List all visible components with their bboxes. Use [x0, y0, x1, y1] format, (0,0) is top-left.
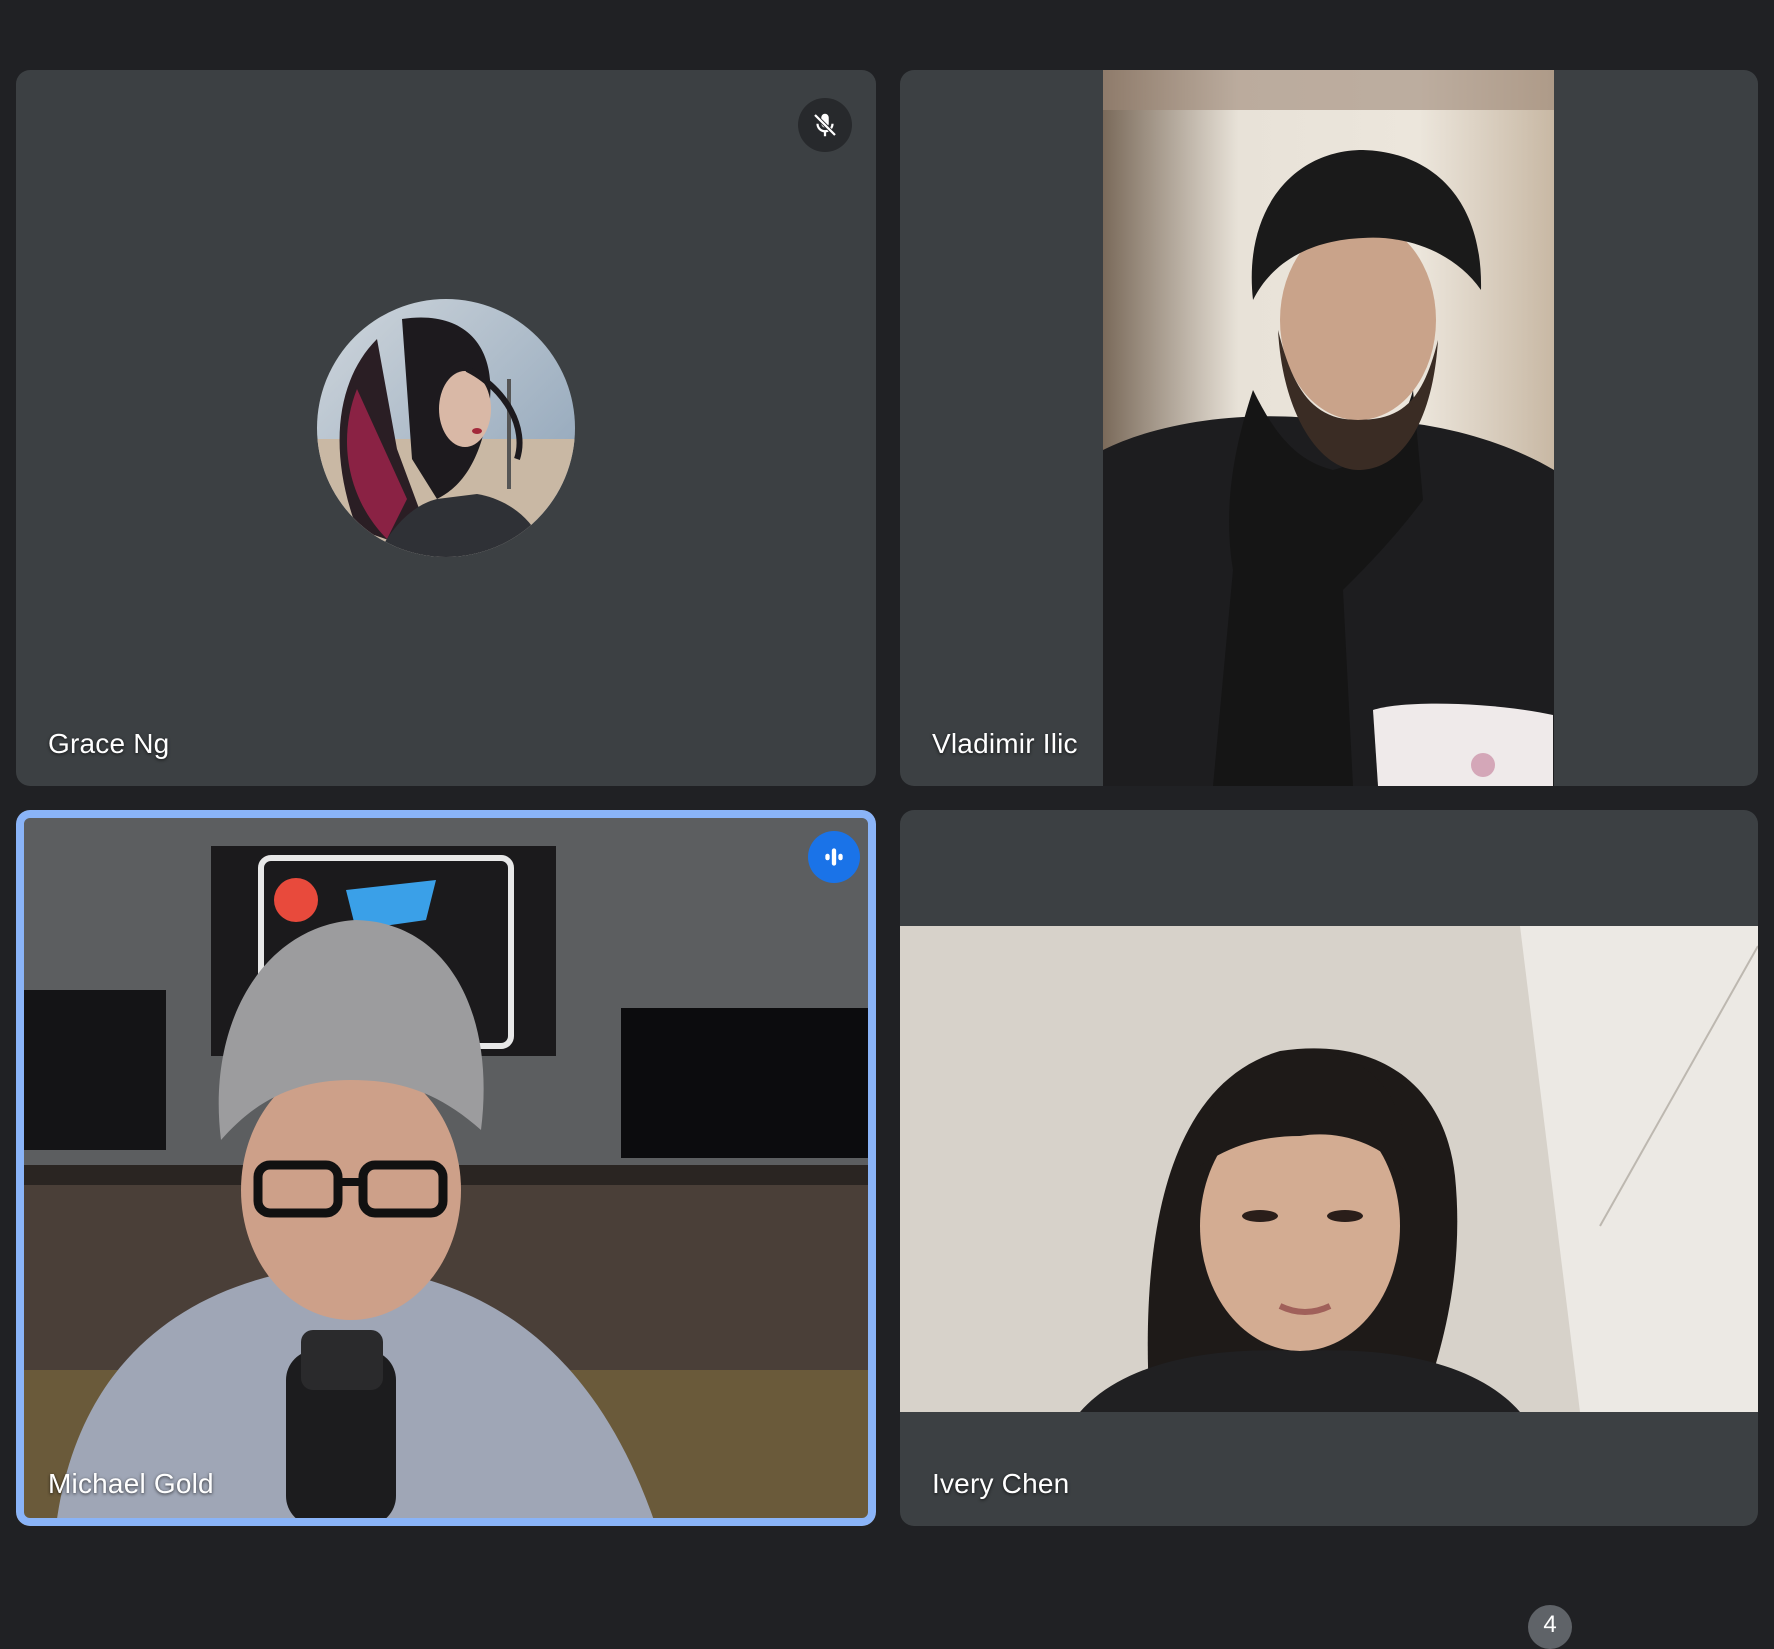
participant-tile-ivery-chen[interactable]: Ivery Chen	[900, 810, 1758, 1526]
participant-name: Michael Gold	[48, 1468, 214, 1499]
participant-name: Vladimir Ilic	[932, 728, 1078, 759]
participant-name: Grace Ng	[48, 728, 170, 759]
video-feed	[1103, 70, 1554, 786]
avatar	[317, 299, 575, 557]
video-feed	[900, 926, 1758, 1412]
speaking-icon	[808, 831, 860, 883]
video-feed	[16, 810, 876, 1526]
participant-tile-grace-ng[interactable]: Grace Ng	[16, 70, 876, 786]
participant-tile-michael-gold[interactable]: Michael Gold	[16, 810, 876, 1526]
participant-tile-vladimir-ilic[interactable]: Vladimir Ilic	[900, 70, 1758, 786]
participant-name: Ivery Chen	[932, 1468, 1070, 1499]
mic-off-icon	[798, 98, 852, 152]
participant-count-badge[interactable]: 4	[1528, 1605, 1572, 1649]
